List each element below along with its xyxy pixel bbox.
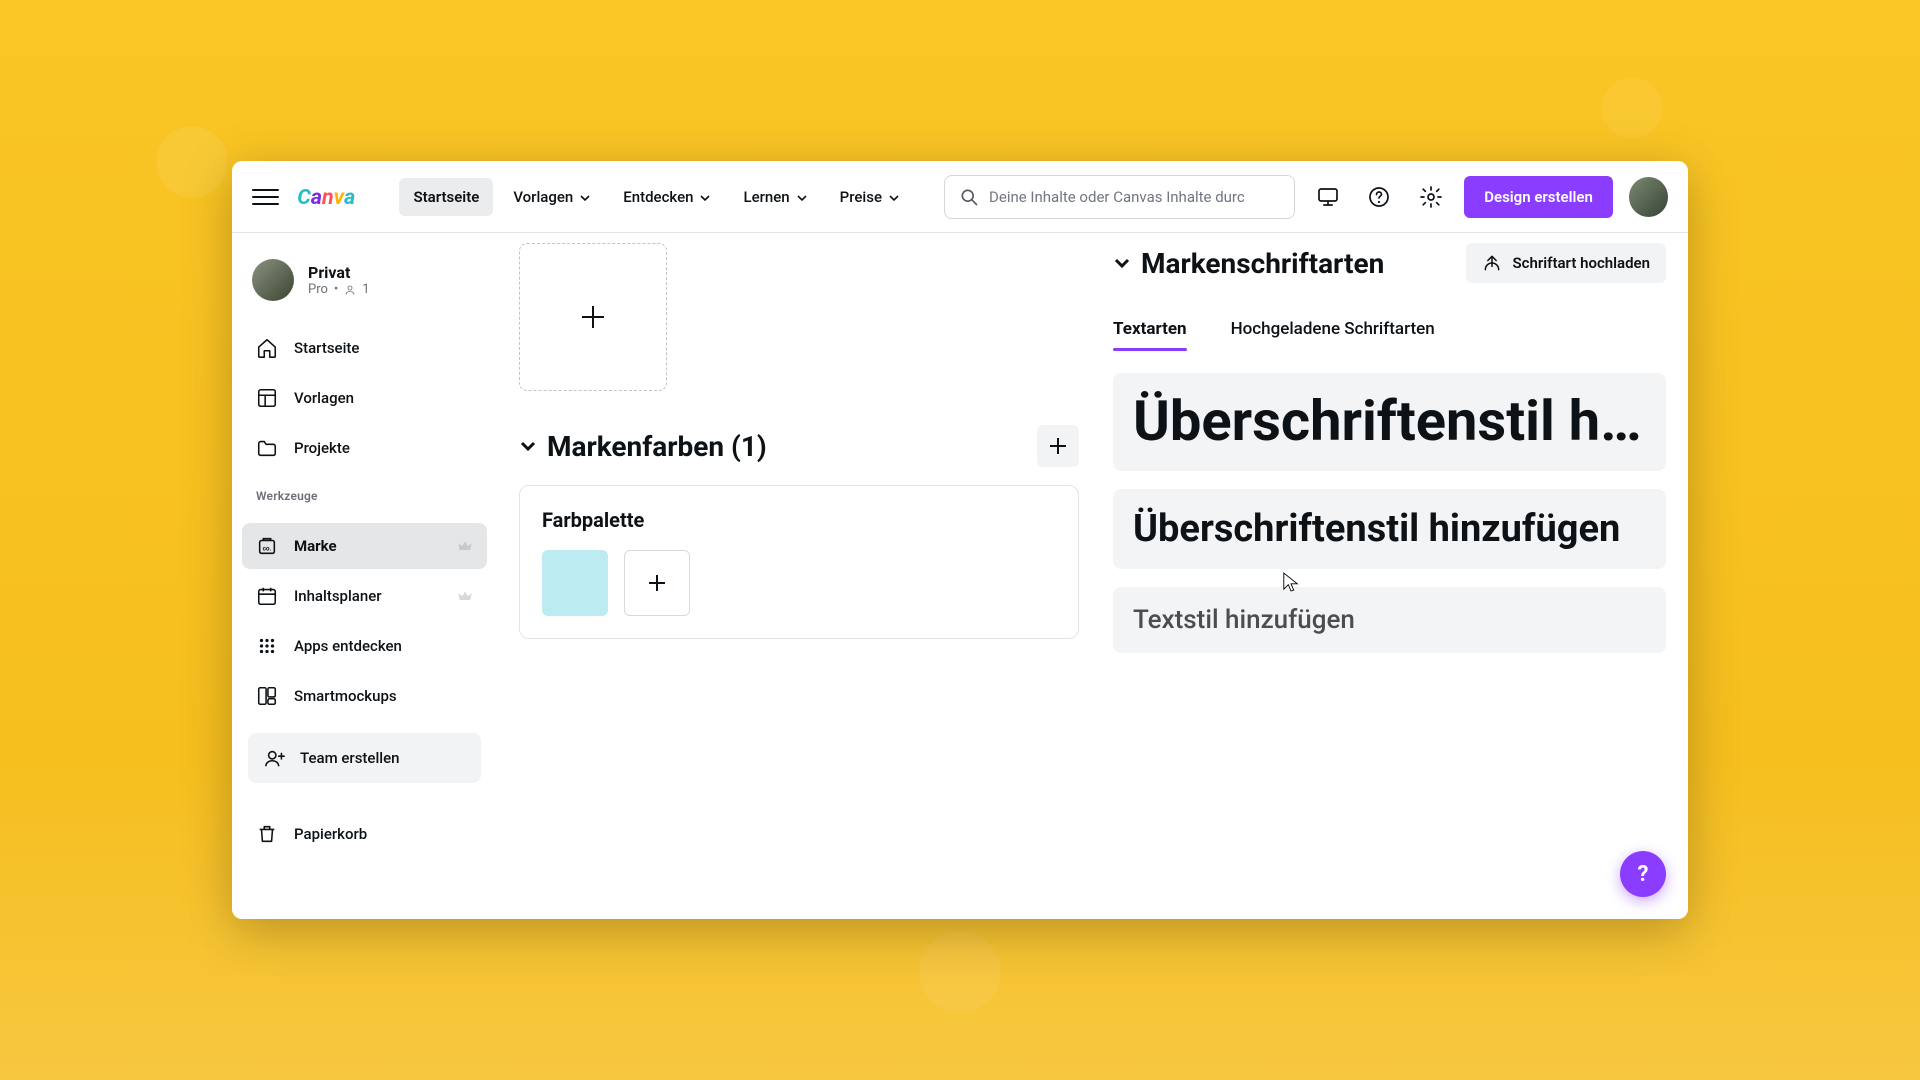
top-nav: Startseite Vorlagen Entdecken Lernen Pre… [399,178,912,216]
upload-font-label: Schriftart hochladen [1512,254,1650,272]
sidebar-item-smartmockups[interactable]: Smartmockups [242,673,487,719]
brand-icon: co. [256,535,278,557]
content: Markenfarben (1) Farbpalette Markenschri… [497,233,1688,919]
body-style[interactable]: Textstil hinzufügen [1113,587,1666,653]
brand-colors-column: Markenfarben (1) Farbpalette [519,243,1079,639]
sidebar-item-templates[interactable]: Vorlagen [242,375,487,421]
team-switcher[interactable]: Privat Pro•1 [242,255,487,311]
folder-icon [256,437,278,459]
add-color-button[interactable] [624,550,690,616]
header: Canva Startseite Vorlagen Entdecken Lern… [232,161,1688,233]
sidebar-item-label: Marke [294,537,337,555]
tab-text-styles[interactable]: Textarten [1113,319,1187,351]
crown-icon [457,538,473,554]
sidebar-item-label: Smartmockups [294,687,397,705]
team-name: Privat [308,263,370,282]
svg-text:Canva: Canva [298,184,356,209]
sidebar-item-planner[interactable]: Inhaltsplaner [242,573,487,619]
svg-text:co.: co. [263,545,272,553]
crown-icon [457,588,473,604]
sidebar-item-home[interactable]: Startseite [242,325,487,371]
palette-title: Farbpalette [542,508,1056,532]
font-tabs: Textarten Hochgeladene Schriftarten [1113,319,1666,351]
desktop-app-button[interactable] [1311,179,1346,215]
nav-discover[interactable]: Entdecken [609,178,723,216]
brand-fonts-column: Markenschriftarten Schriftart hochladen … [1113,243,1666,671]
brand-colors-title: Markenfarben (1) [547,430,767,463]
add-palette-button[interactable] [1037,425,1079,467]
sidebar-item-apps[interactable]: Apps entdecken [242,623,487,669]
sidebar-item-brand[interactable]: co. Marke [242,523,487,569]
gear-icon [1419,185,1443,209]
create-team-label: Team erstellen [300,749,399,767]
upload-icon [1482,253,1502,273]
chevron-down-icon [796,192,806,202]
trash-icon [256,823,278,845]
nav-pricing[interactable]: Preise [826,178,912,216]
chevron-down-icon [888,192,898,202]
home-icon [256,337,278,359]
nav-home[interactable]: Startseite [399,178,493,216]
search-box[interactable] [944,175,1295,219]
sidebar-item-label: Papierkorb [294,825,367,843]
create-design-button[interactable]: Design erstellen [1464,176,1613,218]
nav-templates[interactable]: Vorlagen [499,178,603,216]
monitor-icon [1316,185,1340,209]
sidebar-item-trash[interactable]: Papierkorb [242,811,487,857]
sidebar-item-label: Startseite [294,339,359,357]
help-icon [1367,185,1391,209]
help-fab[interactable]: ? [1620,851,1666,897]
chevron-down-icon[interactable] [519,437,537,455]
nav-discover-label: Entdecken [623,188,693,206]
search-input[interactable] [989,188,1280,206]
upload-font-button[interactable]: Schriftart hochladen [1466,243,1666,283]
person-icon [344,284,356,296]
search-icon [959,187,979,207]
brand-colors-header: Markenfarben (1) [519,425,1079,467]
plus-icon [1050,438,1066,454]
brand-fonts-header: Markenschriftarten Schriftart hochladen [1113,243,1666,283]
color-swatch[interactable] [542,550,608,616]
user-avatar[interactable] [1629,177,1668,217]
canva-logo[interactable]: Canva [295,184,379,210]
sidebar-item-label: Apps entdecken [294,637,402,655]
sidebar-tools-heading: Werkzeuge [242,471,487,509]
nav-templates-label: Vorlagen [513,188,573,206]
body: Privat Pro•1 Startseite Vorlagen Projekt… [232,233,1688,919]
brand-fonts-title: Markenschriftarten [1141,247,1384,280]
color-palette-card: Farbpalette [519,485,1079,639]
chevron-down-icon[interactable] [1113,254,1131,272]
plus-icon [649,575,665,591]
team-subtitle: Pro•1 [308,282,370,297]
sidebar-item-projects[interactable]: Projekte [242,425,487,471]
sidebar-item-label: Inhaltsplaner [294,587,382,605]
app-window: Canva Startseite Vorlagen Entdecken Lern… [232,161,1688,919]
sidebar: Privat Pro•1 Startseite Vorlagen Projekt… [232,233,497,919]
sidebar-item-label: Projekte [294,439,350,457]
calendar-icon [256,585,278,607]
nav-home-label: Startseite [413,188,479,206]
menu-button[interactable] [252,183,279,211]
team-plus-icon [264,747,286,769]
sidebar-item-label: Vorlagen [294,389,354,407]
chevron-down-icon [699,192,709,202]
templates-icon [256,387,278,409]
nav-pricing-label: Preise [840,188,882,206]
nav-learn-label: Lernen [743,188,789,206]
settings-button[interactable] [1413,179,1448,215]
help-button[interactable] [1362,179,1397,215]
chevron-down-icon [579,192,589,202]
add-logo-card[interactable] [519,243,667,391]
tab-uploaded-fonts[interactable]: Hochgeladene Schriftarten [1231,319,1435,351]
heading-style-h2[interactable]: Überschriftenstil hinzufügen [1113,489,1666,569]
create-team-button[interactable]: Team erstellen [248,733,481,783]
plus-icon [582,306,604,328]
nav-learn[interactable]: Lernen [729,178,819,216]
smartmockups-icon [256,685,278,707]
apps-icon [256,635,278,657]
heading-style-h1[interactable]: Überschriftenstil hi… [1113,373,1666,471]
team-avatar [252,259,294,301]
